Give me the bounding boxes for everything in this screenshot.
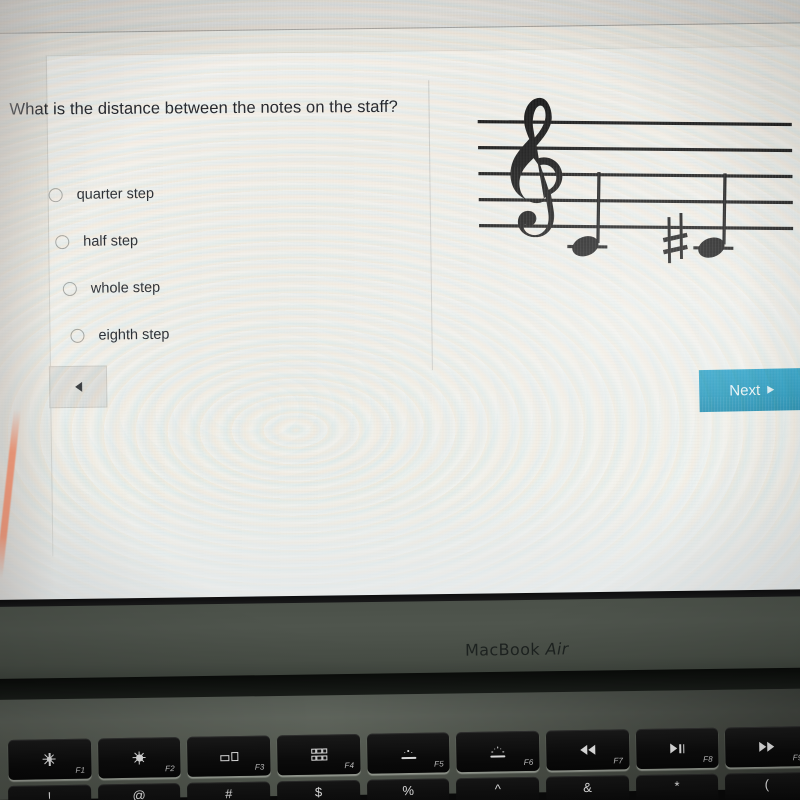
laptop-screen: What is the distance between the notes o… [0,0,800,619]
note-1-quarter-note [567,172,608,257]
key-f5-keyboard-backlight-down[interactable]: F5 [366,732,450,774]
launchpad-icon [310,748,328,761]
radio-button-icon[interactable] [70,328,85,343]
brightness-up-icon [133,751,146,764]
key-label-f7: F7 [613,756,624,766]
photo-of-laptop: What is the distance between the notes o… [0,0,800,800]
keyboard-backlight-up-icon [490,746,506,758]
key-f6-keyboard-backlight-up[interactable]: F6 [456,730,540,773]
answer-choice-quarter-step[interactable]: quarter step [48,166,423,218]
answer-choice-label: quarter step [76,185,155,203]
answer-choice-label: whole step [90,279,161,297]
staff-line-2 [478,198,793,205]
question-text: What is the distance between the notes o… [9,97,398,119]
fast-forward-icon [759,741,775,752]
rewind-icon [580,744,596,756]
key-exclamation[interactable]: ! [8,784,92,800]
radio-button-icon[interactable] [55,234,70,249]
key-f9-fast-forward[interactable]: F9 [725,726,800,768]
note-1-stem [596,172,601,244]
browser-chrome-band [0,0,800,34]
treble-clef-icon [510,97,563,238]
next-button[interactable]: Next [698,368,800,413]
key-label-f9: F9 [792,753,800,763]
key-label-f3: F3 [254,762,265,772]
brand-word-air: Air [545,639,569,659]
key-f7-rewind[interactable]: F7 [545,729,630,771]
answer-choice-eighth-step[interactable]: eighth step [70,307,425,359]
triangle-right-icon [767,385,775,394]
key-f1-brightness-down[interactable]: F1 [8,738,92,780]
brightness-down-icon [43,753,56,766]
key-caret[interactable]: ^ [456,776,540,800]
mission-control-icon [219,751,239,761]
triangle-left-icon [74,381,82,392]
staff-line-3 [478,172,793,179]
key-ampersand[interactable]: & [545,775,630,800]
answer-choice-label: eighth step [98,326,170,344]
key-hash[interactable]: # [187,781,271,800]
macbook-air-brand-label: MacBook Air [465,639,569,659]
sharp-sign-icon [662,212,688,264]
answer-choice-whole-step[interactable]: whole step [62,260,425,312]
radio-button-icon[interactable] [48,187,63,202]
radio-button-icon[interactable] [62,281,77,296]
key-label-f4: F4 [344,760,355,771]
key-asterisk[interactable]: * [635,773,719,800]
key-label-f2: F2 [165,764,175,774]
brand-word-macbook: MacBook [464,639,541,660]
key-label-f8: F8 [702,754,713,764]
back-button[interactable] [48,365,108,409]
key-dollar[interactable]: $ [276,779,361,800]
key-label-f5: F5 [434,759,444,769]
note-2-stem [722,173,727,245]
key-f8-play-pause[interactable]: F8 [635,727,719,770]
key-label-f6: F6 [523,757,534,768]
key-percent[interactable]: % [366,778,450,800]
salmon-reflection-stripe [0,408,21,579]
next-button-label: Next [729,381,761,400]
key-at[interactable]: @ [97,782,181,800]
key-label-f1: F1 [75,765,86,775]
answer-choice-list: quarter step half step whole step eighth… [42,166,424,359]
keyboard-backlight-down-icon [400,747,416,759]
key-f3-mission-control[interactable]: F3 [187,735,271,777]
music-staff-figure [469,83,800,267]
key-f4-launchpad[interactable]: F4 [276,733,361,776]
key-paren-open[interactable]: ( [725,772,800,800]
note-2-quarter-note [693,173,734,258]
answer-choice-label: half step [83,232,139,250]
play-pause-icon [669,743,685,754]
answer-choice-half-step[interactable]: half step [55,213,424,265]
key-f2-brightness-up[interactable]: F2 [97,736,182,779]
